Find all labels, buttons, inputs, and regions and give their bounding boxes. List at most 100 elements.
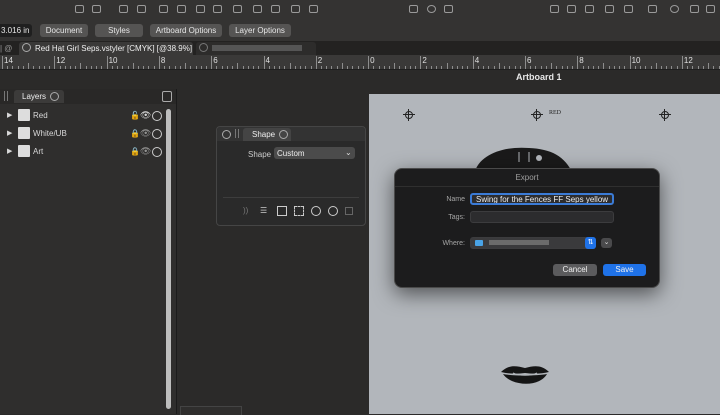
ruler-tick xyxy=(12,66,14,69)
select-circle-icon[interactable] xyxy=(152,129,162,139)
disclosure-triangle-icon[interactable]: ▶ xyxy=(7,147,12,155)
rotate-icon[interactable] xyxy=(291,5,300,13)
ruler-tick xyxy=(430,66,432,69)
close-tab-icon[interactable] xyxy=(199,43,208,52)
ruler-tick xyxy=(378,66,380,69)
frame-icon[interactable] xyxy=(277,206,287,216)
ruler-tick xyxy=(80,63,82,69)
filename-input[interactable]: Swing for the Fences FF Seps yellow xyxy=(470,193,614,205)
ruler-tick xyxy=(148,66,150,69)
ruler-tick xyxy=(232,66,234,69)
cancel-button[interactable]: Cancel xyxy=(553,264,597,276)
rss-icon[interactable]: )) xyxy=(243,206,248,215)
layers-scrollbar[interactable] xyxy=(166,109,171,409)
ungroup-icon[interactable] xyxy=(177,5,186,13)
ruler-tick xyxy=(33,66,35,69)
power-icon[interactable] xyxy=(670,5,679,13)
align-left-icon[interactable] xyxy=(75,5,84,13)
up-down-chevron-icon[interactable]: ⇅ xyxy=(585,237,596,249)
ruler-tick xyxy=(174,66,176,69)
persona-icon[interactable] xyxy=(624,5,633,13)
tags-input[interactable] xyxy=(470,211,614,223)
ruler-tick xyxy=(587,66,589,69)
export-icon[interactable] xyxy=(550,5,559,13)
download-icon[interactable] xyxy=(690,5,699,13)
user-icon[interactable] xyxy=(706,5,715,13)
tab-overflow[interactable]: | @ xyxy=(0,42,18,55)
lock-icon[interactable]: 🔒 xyxy=(130,147,140,156)
save-button[interactable]: Save xyxy=(603,264,646,276)
assistant-icon[interactable] xyxy=(605,5,614,13)
close-tab-icon[interactable] xyxy=(279,130,288,139)
ruler-tick xyxy=(389,66,391,69)
boolean-add-icon[interactable] xyxy=(196,5,205,13)
layer-thumbnail xyxy=(18,109,30,121)
hidden-eye-icon[interactable]: 👁 xyxy=(140,146,151,157)
lock-icon[interactable]: 🔒 xyxy=(130,129,140,138)
studio-icon[interactable] xyxy=(648,5,657,13)
where-dropdown[interactable] xyxy=(470,237,596,249)
ruler-tick xyxy=(347,66,349,69)
layer-row[interactable]: ▶ Red 🔓 👁 xyxy=(0,108,166,125)
expand-chevron-icon[interactable]: ⌄ xyxy=(601,238,612,248)
disclosure-triangle-icon[interactable]: ▶ xyxy=(7,129,12,137)
document-button[interactable]: Document xyxy=(40,24,88,37)
close-tab-icon[interactable] xyxy=(22,43,31,52)
visible-eye-icon[interactable]: 👁 xyxy=(140,110,151,121)
hidden-eye-icon[interactable]: 👁 xyxy=(140,128,151,139)
select-circle-icon[interactable] xyxy=(152,147,162,157)
view-mode-icon[interactable] xyxy=(444,5,453,13)
edit-icon[interactable] xyxy=(567,5,576,13)
lock-icon[interactable] xyxy=(345,207,353,215)
layers-panel-title: Layers xyxy=(22,92,47,101)
artboard-options-button[interactable]: Artboard Options xyxy=(150,24,222,37)
ruler-tick xyxy=(488,66,490,69)
ruler-tick xyxy=(153,66,155,69)
ruler-tick xyxy=(352,66,354,69)
unlock-icon[interactable]: 🔓 xyxy=(130,111,140,120)
refresh-icon[interactable] xyxy=(328,206,338,216)
ruler-tick xyxy=(221,66,223,69)
boolean-divide-icon[interactable] xyxy=(271,5,280,13)
distribute-icon[interactable] xyxy=(119,5,128,13)
ruler-tick xyxy=(185,63,187,69)
ruler-tick xyxy=(164,66,166,69)
styles-button[interactable]: Styles xyxy=(95,24,143,37)
ruler-tick xyxy=(514,66,516,69)
arrange-icon[interactable] xyxy=(137,5,146,13)
drag-handle-icon[interactable] xyxy=(4,91,8,101)
share-icon[interactable] xyxy=(585,5,594,13)
flip-icon[interactable] xyxy=(309,5,318,13)
boolean-intersect-icon[interactable] xyxy=(233,5,242,13)
ruler-label: 8 xyxy=(160,56,166,65)
layer-row[interactable]: ▶ Art 🔒 👁 xyxy=(0,144,166,161)
tab-active-document[interactable]: Red Hat Girl Seps.vstyler [CMYK] [@38.9%… xyxy=(19,42,193,55)
ruler-label: 0 xyxy=(370,56,375,65)
disclosure-triangle-icon[interactable]: ▶ xyxy=(7,111,12,119)
align-center-icon[interactable] xyxy=(92,5,101,13)
ruler-tick xyxy=(300,66,302,69)
snapping-icon[interactable] xyxy=(409,5,418,13)
shape-dropdown-value: Custom xyxy=(277,149,305,158)
ruler-tick xyxy=(326,66,328,69)
shape-dropdown[interactable]: Custom ⌄ xyxy=(274,147,355,159)
boolean-xor-icon[interactable] xyxy=(253,5,262,13)
tab-second-document[interactable] xyxy=(196,42,316,55)
close-panel-icon[interactable] xyxy=(50,92,59,101)
ruler-tick xyxy=(509,66,511,69)
color-wheel-icon[interactable] xyxy=(311,206,321,216)
ruler-tick xyxy=(540,66,542,69)
layer-options-button[interactable]: Layer Options xyxy=(229,24,291,37)
ruler-tick xyxy=(425,66,427,69)
layer-row[interactable]: ▶ White/UB 🔒 👁 xyxy=(0,126,166,143)
select-circle-icon[interactable] xyxy=(152,111,162,121)
crop-icon[interactable] xyxy=(294,206,304,216)
panel-menu-icon[interactable] xyxy=(162,91,172,102)
drag-handle-icon[interactable] xyxy=(235,129,239,138)
sliders-icon[interactable]: ☰ xyxy=(260,206,267,215)
position-field[interactable]: 3.016 in xyxy=(0,24,32,37)
close-panel-icon[interactable] xyxy=(222,130,231,139)
force-pixel-icon[interactable] xyxy=(427,5,436,13)
group-icon[interactable] xyxy=(159,5,168,13)
boolean-subtract-icon[interactable] xyxy=(213,5,222,13)
